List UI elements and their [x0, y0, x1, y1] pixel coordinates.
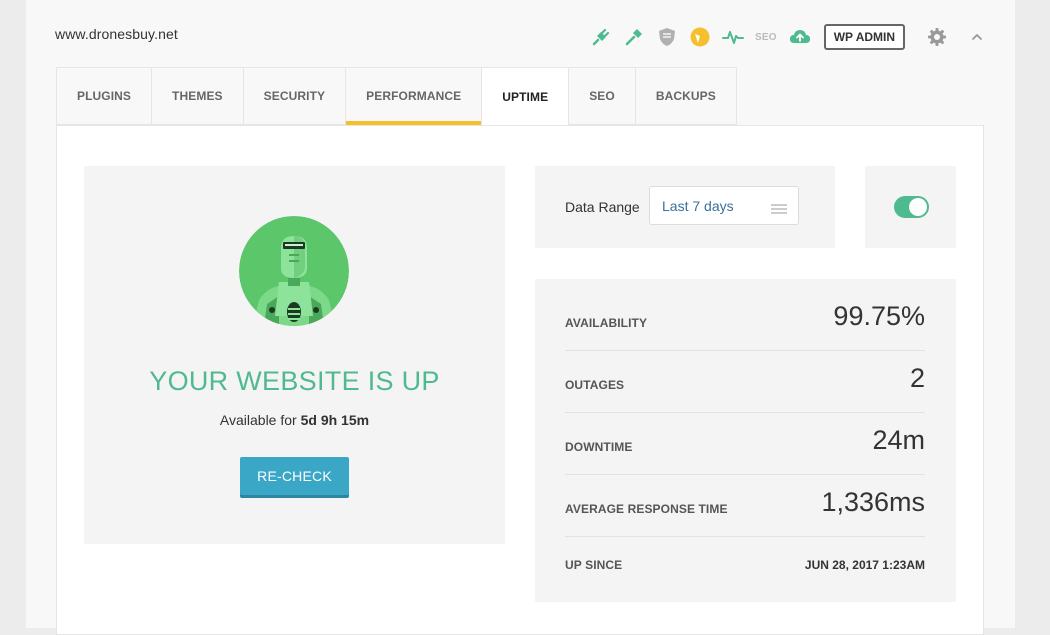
performance-icon[interactable] — [689, 26, 711, 48]
gear-icon[interactable] — [926, 26, 948, 48]
shield-icon[interactable] — [656, 26, 678, 48]
tab-seo[interactable]: SEO — [569, 67, 636, 125]
list-icon — [771, 201, 787, 214]
site-url[interactable]: www.dronesbuy.net — [55, 26, 178, 42]
tab-performance[interactable]: PERFORMANCE — [346, 67, 483, 125]
stat-row-response-time: AVERAGE RESPONSE TIME 1,336ms — [565, 475, 925, 537]
monitor-toggle[interactable] — [894, 196, 929, 218]
stat-label: AVERAGE RESPONSE TIME — [565, 502, 728, 516]
stat-row-outages: OUTAGES 2 — [565, 351, 925, 413]
data-range-select[interactable]: Last 7 days — [649, 186, 799, 225]
recheck-button[interactable]: RE-CHECK — [240, 457, 349, 495]
stat-label: DOWNTIME — [565, 440, 633, 454]
data-range-value: Last 7 days — [662, 198, 734, 214]
stat-value: 1,336ms — [821, 487, 925, 517]
backup-cloud-icon[interactable] — [789, 26, 811, 48]
seo-icon[interactable]: SEO — [755, 32, 777, 43]
stat-value: 99.75% — [833, 301, 925, 331]
availability-duration: Available for 5d 9h 15m — [84, 412, 505, 428]
stat-row-downtime: DOWNTIME 24m — [565, 413, 925, 475]
stat-label: AVAILABILITY — [565, 316, 648, 330]
stat-value: JUN 28, 2017 1:23AM — [804, 558, 925, 572]
available-prefix: Available for — [219, 412, 297, 428]
wp-admin-button[interactable]: WP ADMIN — [823, 24, 906, 50]
uptime-stats-box: AVAILABILITY 99.75% OUTAGES 2 DOWNTIME 2… — [535, 279, 956, 602]
chevron-up-icon[interactable] — [968, 28, 986, 46]
status-title: YOUR WEBSITE IS UP — [149, 366, 440, 396]
uptime-status-box: YOUR WEBSITE IS UP Available for 5d 9h 1… — [84, 166, 505, 544]
stat-value: 2 — [909, 363, 925, 393]
site-toolbar: SEO WP ADMIN — [590, 22, 906, 52]
stat-label: OUTAGES — [565, 378, 625, 392]
robot-avatar — [239, 216, 349, 326]
tab-plugins[interactable]: PLUGINS — [56, 67, 153, 125]
hammer-icon[interactable] — [623, 26, 645, 48]
data-range-box: Data Range Last 7 days — [535, 166, 835, 248]
data-range-label: Data Range — [565, 199, 640, 215]
site-tabs: PLUGINS THEMES SECURITY PERFORMANCE UPTI… — [56, 67, 737, 126]
available-value: 5d 9h 15m — [300, 412, 370, 428]
tab-security[interactable]: SECURITY — [243, 67, 347, 125]
stat-label: UP SINCE — [565, 558, 623, 572]
tab-uptime[interactable]: UPTIME — [482, 67, 570, 126]
uptime-icon[interactable] — [722, 26, 744, 48]
stat-row-availability: AVAILABILITY 99.75% — [565, 279, 925, 351]
tab-themes[interactable]: THEMES — [152, 67, 244, 125]
stat-value: 24m — [872, 425, 925, 455]
monitor-toggle-box — [865, 166, 956, 248]
plugin-icon[interactable] — [590, 26, 612, 48]
stat-row-up-since: UP SINCE JUN 28, 2017 1:23AM — [565, 537, 925, 597]
toggle-knob — [909, 198, 927, 216]
tab-backups[interactable]: BACKUPS — [635, 67, 737, 125]
